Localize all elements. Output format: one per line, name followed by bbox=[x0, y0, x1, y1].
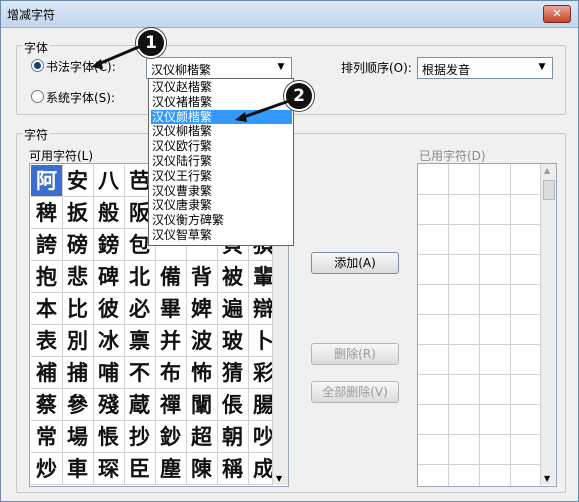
callout-arrow-2 bbox=[240, 99, 290, 120]
callout-arrowhead-1 bbox=[91, 59, 103, 69]
callout-arrowhead-2 bbox=[235, 112, 247, 122]
callout-arrows bbox=[91, 44, 290, 122]
dialog-window: 增减字符 ✕ 字体 书法字体(C): 汉仪柳楷繁 ▼ 排列顺序(O): 根据发音… bbox=[0, 0, 579, 502]
callout-arrow-1 bbox=[95, 44, 142, 67]
